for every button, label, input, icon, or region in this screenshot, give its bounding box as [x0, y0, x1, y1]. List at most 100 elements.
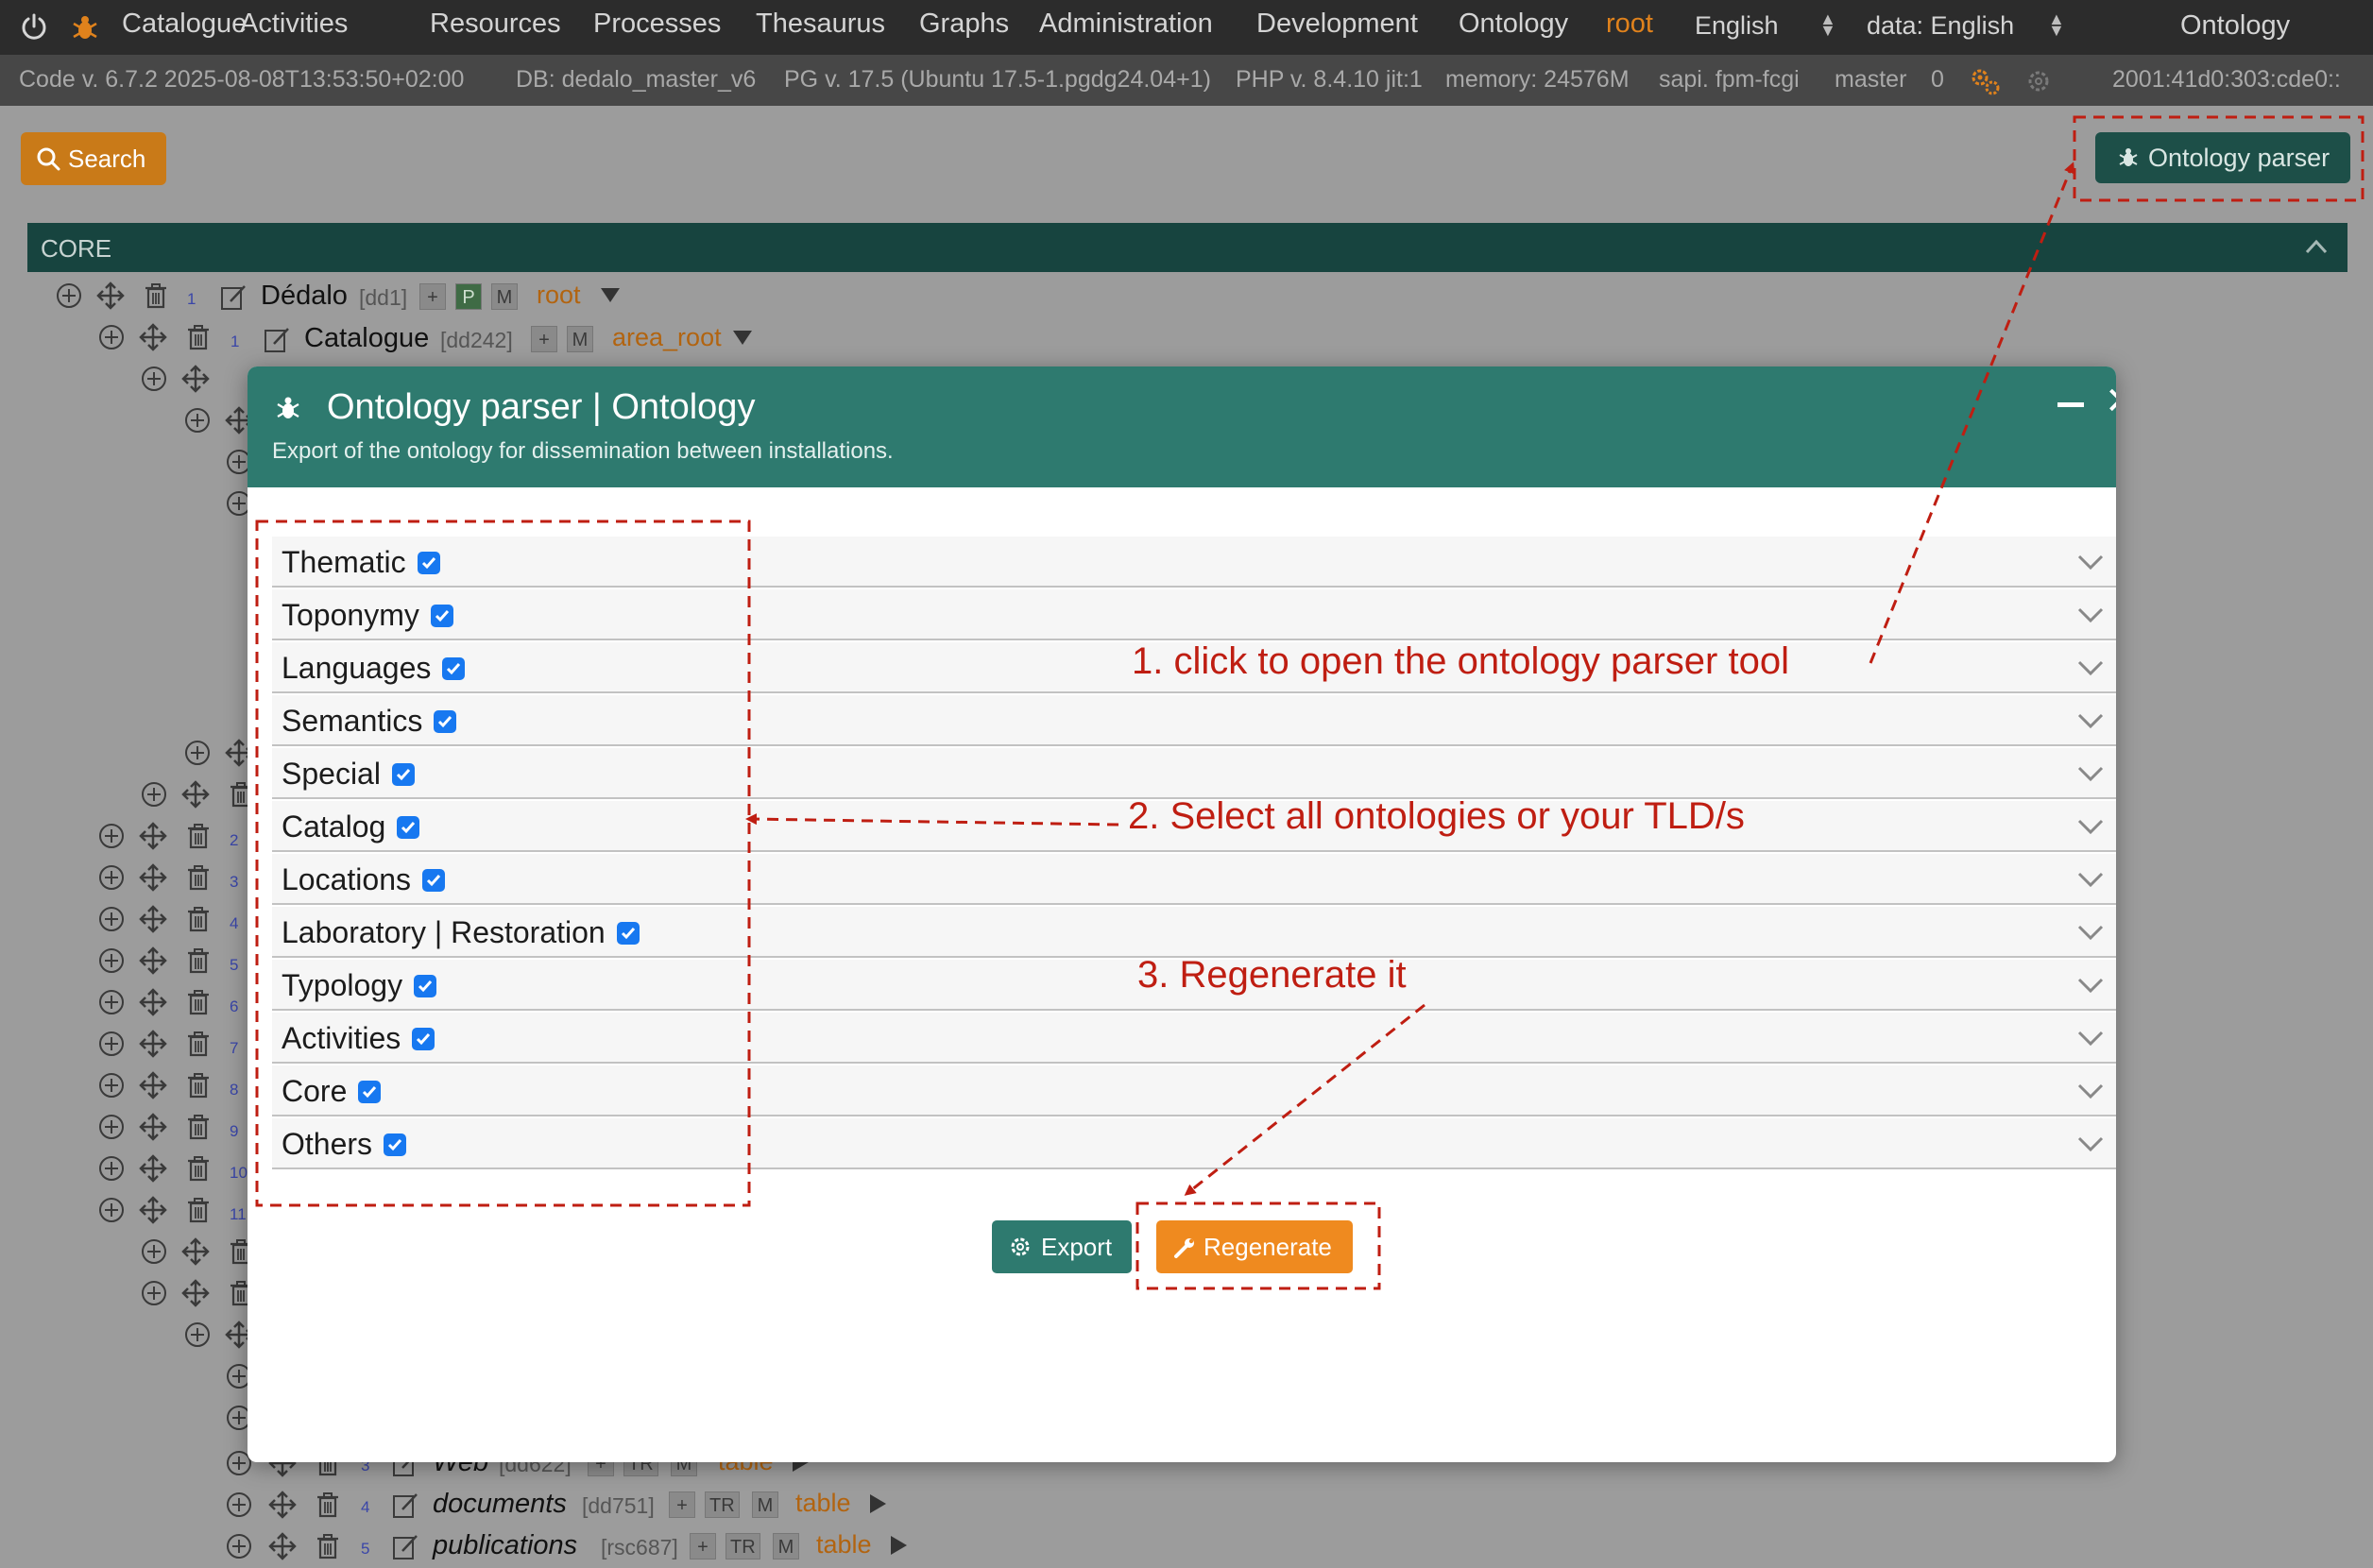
add-child-icon[interactable] [55, 281, 83, 310]
ontology-checkbox[interactable] [431, 605, 453, 627]
chevron-down-icon[interactable] [2076, 765, 2105, 782]
chevron-down-icon[interactable] [2076, 554, 2105, 571]
move-icon[interactable] [181, 365, 210, 393]
gears-icon[interactable] [1969, 66, 2001, 96]
ontology-checkbox[interactable] [397, 816, 419, 839]
move-icon[interactable] [96, 281, 125, 310]
move-icon[interactable] [225, 739, 249, 767]
ontology-row[interactable]: Core [272, 1065, 2116, 1116]
add-child-icon[interactable] [97, 988, 126, 1016]
add-badge[interactable]: + [419, 283, 446, 310]
trash-icon[interactable] [184, 988, 213, 1016]
regenerate-button[interactable]: Regenerate [1156, 1220, 1353, 1273]
move-icon[interactable] [139, 946, 167, 975]
add-child-icon[interactable] [183, 406, 212, 435]
trash-icon[interactable] [184, 1196, 213, 1224]
menu-processes[interactable]: Processes [593, 9, 721, 40]
trash-icon[interactable] [314, 1532, 342, 1560]
move-icon[interactable] [139, 1196, 167, 1224]
add-child-icon[interactable] [97, 1154, 126, 1183]
trash-icon[interactable] [184, 1030, 213, 1058]
language-select[interactable]: English [1695, 11, 1779, 41]
edit-icon[interactable] [263, 325, 291, 353]
data-language-select[interactable]: data: English [1867, 11, 2014, 41]
ontology-row[interactable]: Thematic [272, 537, 2116, 588]
tree-row-label[interactable]: Dédalo [261, 281, 348, 312]
add-badge[interactable]: + [669, 1491, 695, 1518]
trash-icon[interactable] [184, 863, 213, 892]
add-child-icon[interactable] [140, 365, 168, 393]
move-icon[interactable] [181, 780, 210, 809]
trash-icon[interactable] [184, 905, 213, 933]
chevron-down-icon[interactable] [2076, 606, 2105, 623]
core-section-header[interactable]: CORE [27, 223, 2347, 272]
dedalo-logo-icon[interactable] [68, 10, 102, 44]
tree-row-label[interactable]: publications [433, 1530, 577, 1561]
caret-down-icon[interactable] [599, 284, 622, 305]
chevron-down-icon[interactable] [2076, 659, 2105, 676]
trash-icon[interactable] [184, 323, 213, 351]
move-icon[interactable] [181, 1237, 210, 1266]
trash-icon[interactable] [227, 1279, 249, 1307]
chevron-down-icon[interactable] [2076, 977, 2105, 994]
ontology-row[interactable]: Activities [272, 1013, 2116, 1064]
add-child-icon[interactable] [183, 1321, 212, 1349]
menu-thesaurus[interactable]: Thesaurus [756, 9, 885, 40]
tr-badge[interactable]: TR [726, 1533, 760, 1559]
add-child-icon[interactable] [97, 1113, 126, 1141]
ontology-checkbox[interactable] [414, 975, 436, 997]
chevron-up-icon[interactable] [2304, 238, 2329, 255]
menu-graphs[interactable]: Graphs [919, 9, 1009, 40]
add-child-icon[interactable] [225, 448, 249, 476]
add-child-icon[interactable] [140, 1237, 168, 1266]
tree-row-label[interactable]: Catalogue [304, 323, 429, 354]
chevron-down-icon[interactable] [2076, 871, 2105, 888]
add-badge[interactable]: + [690, 1533, 716, 1559]
ontology-checkbox[interactable] [617, 922, 640, 945]
move-icon[interactable] [139, 323, 167, 351]
move-icon[interactable] [139, 863, 167, 892]
move-icon[interactable] [268, 1491, 297, 1519]
move-icon[interactable] [139, 1071, 167, 1099]
ontology-checkbox[interactable] [412, 1028, 435, 1050]
add-child-icon[interactable] [97, 1071, 126, 1099]
ontology-checkbox[interactable] [358, 1081, 381, 1103]
move-icon[interactable] [139, 1154, 167, 1183]
add-badge[interactable]: + [531, 326, 557, 352]
ontology-checkbox[interactable] [418, 552, 440, 574]
caret-right-icon[interactable] [888, 1534, 909, 1557]
menu-catalogue[interactable]: Catalogue [122, 9, 247, 40]
move-icon[interactable] [181, 1279, 210, 1307]
move-icon[interactable] [139, 905, 167, 933]
edit-icon[interactable] [391, 1532, 419, 1560]
p-badge[interactable]: P [455, 283, 482, 310]
menu-ontology[interactable]: Ontology [1459, 9, 1568, 40]
caret-right-icon[interactable] [867, 1492, 888, 1515]
ontology-checkbox[interactable] [434, 710, 456, 733]
add-child-icon[interactable] [225, 1532, 253, 1560]
add-child-icon[interactable] [225, 1404, 249, 1432]
menu-administration[interactable]: Administration [1039, 9, 1213, 40]
move-icon[interactable] [139, 822, 167, 850]
caret-down-icon[interactable] [731, 327, 754, 348]
ontology-row[interactable]: Locations [272, 854, 2116, 905]
trash-icon[interactable] [227, 1237, 249, 1266]
power-icon[interactable] [19, 12, 49, 43]
trash-icon[interactable] [184, 1154, 213, 1183]
trash-icon[interactable] [184, 1113, 213, 1141]
m-badge[interactable]: M [567, 326, 593, 352]
chevron-down-icon[interactable] [2076, 712, 2105, 729]
ontology-checkbox[interactable] [392, 763, 415, 786]
move-icon[interactable] [139, 988, 167, 1016]
add-child-icon[interactable] [225, 489, 249, 518]
menu-activities[interactable]: Activities [240, 9, 348, 40]
ontology-checkbox[interactable] [442, 657, 465, 680]
m-badge[interactable]: M [752, 1491, 778, 1518]
add-child-icon[interactable] [97, 863, 126, 892]
move-icon[interactable] [139, 1030, 167, 1058]
ontology-row[interactable]: Others [272, 1118, 2116, 1169]
ontology-row[interactable]: Semantics [272, 695, 2116, 746]
ontology-checkbox[interactable] [384, 1133, 406, 1156]
add-child-icon[interactable] [140, 1279, 168, 1307]
chevron-down-icon[interactable] [2076, 1135, 2105, 1152]
